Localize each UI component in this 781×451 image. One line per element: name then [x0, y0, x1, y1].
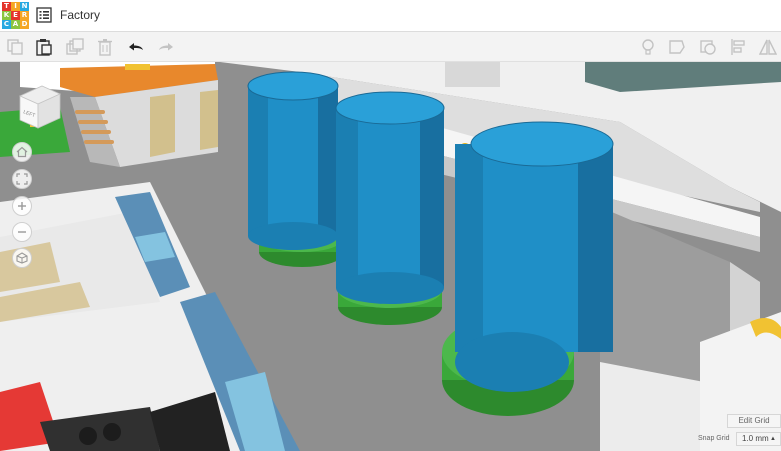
logo-letter: C: [2, 20, 11, 29]
edit-toolbar: [0, 32, 781, 62]
note-icon[interactable]: [668, 38, 686, 56]
snap-grid-label: Snap Grid: [698, 435, 730, 442]
snap-grid-select[interactable]: 1.0 mm ▲: [736, 432, 781, 446]
delete-icon[interactable]: [96, 38, 114, 56]
top-bar: TINKERCAD Factory: [0, 0, 781, 32]
home-view-icon[interactable]: [12, 142, 32, 162]
logo-letter: T: [2, 2, 11, 11]
edit-grid-button[interactable]: Edit Grid: [727, 414, 781, 428]
cylinder-tank-1: [247, 71, 345, 267]
duplicate-icon[interactable]: [66, 38, 84, 56]
view-cube[interactable]: LEFT: [14, 82, 64, 132]
factory-door: [150, 94, 175, 157]
logo-letter: I: [11, 2, 20, 11]
3d-workplane-viewport[interactable]: LEFT Edit Grid Snap Grid 1.0 mm ▲: [0, 62, 781, 451]
copy-icon[interactable]: [6, 38, 24, 56]
truck-wheel-1: [79, 427, 97, 445]
logo-letter: K: [2, 11, 11, 20]
yellow-sign: [125, 64, 150, 70]
zoom-out-icon[interactable]: [12, 222, 32, 242]
mirror-icon[interactable]: [759, 38, 777, 56]
undo-icon[interactable]: [127, 38, 145, 56]
redo-icon[interactable]: [157, 38, 175, 56]
truck-wheel-2: [103, 423, 121, 441]
fit-view-icon[interactable]: [12, 169, 32, 189]
factory-3d-scene[interactable]: [0, 62, 781, 451]
paste-icon[interactable]: [35, 38, 53, 56]
zoom-in-icon[interactable]: [12, 196, 32, 216]
ortho-view-icon[interactable]: [12, 248, 32, 268]
logo-letter: R: [20, 11, 29, 20]
back-block: [445, 62, 500, 87]
factory-door-2: [200, 90, 218, 150]
logo-letter: A: [11, 20, 20, 29]
shape-icon[interactable]: [699, 38, 717, 56]
snap-grid-value: 1.0 mm: [742, 434, 769, 443]
chevron-down-icon: ▲: [770, 436, 776, 442]
logo-letter: E: [11, 11, 20, 20]
logo-letter: D: [20, 20, 29, 29]
cylinder-tank-2: [335, 91, 445, 325]
design-title[interactable]: Factory: [60, 8, 100, 22]
designs-list-icon[interactable]: [36, 7, 52, 23]
tinkercad-logo[interactable]: TINKERCAD: [2, 2, 29, 29]
logo-letter: N: [20, 2, 29, 11]
light-bulb-icon[interactable]: [639, 38, 657, 56]
align-icon[interactable]: [730, 38, 748, 56]
